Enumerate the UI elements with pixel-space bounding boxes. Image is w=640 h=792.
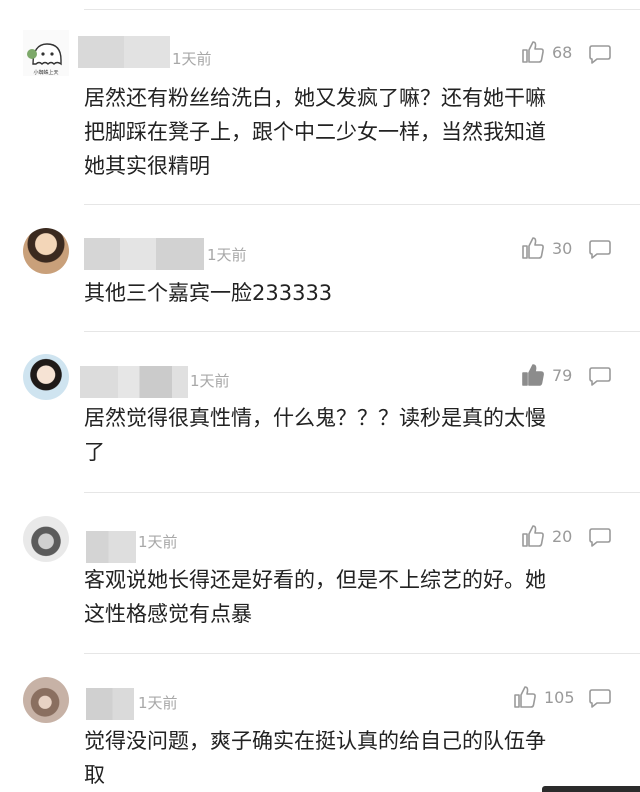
username-blurred[interactable] <box>86 688 134 720</box>
avatar-label: 小蜘蛛上天 <box>33 69 58 76</box>
like-button[interactable]: 105 <box>512 684 575 710</box>
comment-text-line: 客观说她长得还是好看的，但是不上综艺的好。她 <box>84 568 546 592</box>
home-indicator <box>542 786 640 792</box>
comment-text: 居然觉得很真性情，什么鬼？？？读秒是真的太慢 了 <box>84 401 604 469</box>
thumbs-up-icon <box>522 364 544 386</box>
comment-text: 客观说她长得还是好看的，但是不上综艺的好。她 这性格感觉有点暴 <box>84 563 604 631</box>
like-button[interactable]: 68 <box>520 39 572 65</box>
comment-text-line: 觉得没问题，爽子确实在挺认真的给自己的队伍争 <box>84 729 546 753</box>
comment-time: 1天前 <box>190 372 230 390</box>
comment-bubble-icon[interactable] <box>588 687 612 709</box>
thumbs-up-icon <box>522 525 544 547</box>
comment-text-line: 了 <box>84 440 105 464</box>
comment-item: 小蜘蛛上天 1天前 68 居然还有粉丝给洗白，她又发疯了嘛？还有她干嘛 把脚踩在… <box>0 0 640 205</box>
username-blurred[interactable] <box>86 531 136 563</box>
comment-bubble-icon[interactable] <box>588 526 612 548</box>
comment-item: 1天前 79 居然觉得很真性情，什么鬼？？？读秒是真的太慢 了 <box>0 332 640 493</box>
avatar[interactable]: 小蜘蛛上天 <box>23 30 69 76</box>
comment-time: 1天前 <box>138 533 178 551</box>
like-button[interactable]: 79 <box>520 362 572 388</box>
comment-item: 1天前 105 觉得没问题，爽子确实在挺认真的给自己的队伍争 取 <box>0 654 640 792</box>
comment-text-line: 居然还有粉丝给洗白，她又发疯了嘛？还有她干嘛 <box>84 86 546 110</box>
ghost-logo-icon: 小蜘蛛上天 <box>27 43 62 76</box>
avatar[interactable] <box>23 677 69 723</box>
thumbs-up-icon <box>522 237 544 259</box>
like-count: 30 <box>552 238 573 258</box>
comment-time: 1天前 <box>138 694 178 712</box>
like-count: 105 <box>544 687 575 707</box>
comment-text: 觉得没问题，爽子确实在挺认真的给自己的队伍争 取 <box>84 724 604 792</box>
comment-item: 1天前 30 其他三个嘉宾一脸233333 <box>0 205 640 332</box>
avatar[interactable] <box>23 354 69 400</box>
comment-text-line: 取 <box>84 763 105 787</box>
avatar[interactable] <box>23 516 69 562</box>
comment-bubble-icon[interactable] <box>588 238 612 260</box>
avatar[interactable] <box>23 228 69 274</box>
comment-text-line: 她其实很精明 <box>84 154 210 178</box>
comment-bubble-icon[interactable] <box>588 43 612 65</box>
like-button[interactable]: 30 <box>520 235 572 261</box>
username-blurred[interactable] <box>80 366 188 398</box>
like-count: 68 <box>552 42 573 62</box>
comment-item: 1天前 20 客观说她长得还是好看的，但是不上综艺的好。她 这性格感觉有点暴 <box>0 493 640 654</box>
username-blurred[interactable] <box>78 36 170 68</box>
comment-text-line: 居然觉得很真性情，什么鬼？？？读秒是真的太慢 <box>84 406 546 430</box>
like-count: 20 <box>552 526 573 546</box>
comment-time: 1天前 <box>172 50 212 68</box>
like-count: 79 <box>552 365 573 385</box>
comment-text-line: 这性格感觉有点暴 <box>84 602 252 626</box>
comment-text-line: 其他三个嘉宾一脸233333 <box>84 281 333 305</box>
comment-text-line: 把脚踩在凳子上，跟个中二少女一样，当然我知道 <box>84 120 546 144</box>
comment-text: 居然还有粉丝给洗白，她又发疯了嘛？还有她干嘛 把脚踩在凳子上，跟个中二少女一样，… <box>84 81 604 183</box>
comment-time: 1天前 <box>207 246 247 264</box>
like-button[interactable]: 20 <box>520 523 572 549</box>
thumbs-up-icon <box>522 41 544 63</box>
comment-bubble-icon[interactable] <box>588 365 612 387</box>
comment-text: 其他三个嘉宾一脸233333 <box>84 276 604 310</box>
thumbs-up-icon <box>514 686 536 708</box>
username-blurred[interactable] <box>84 238 204 270</box>
